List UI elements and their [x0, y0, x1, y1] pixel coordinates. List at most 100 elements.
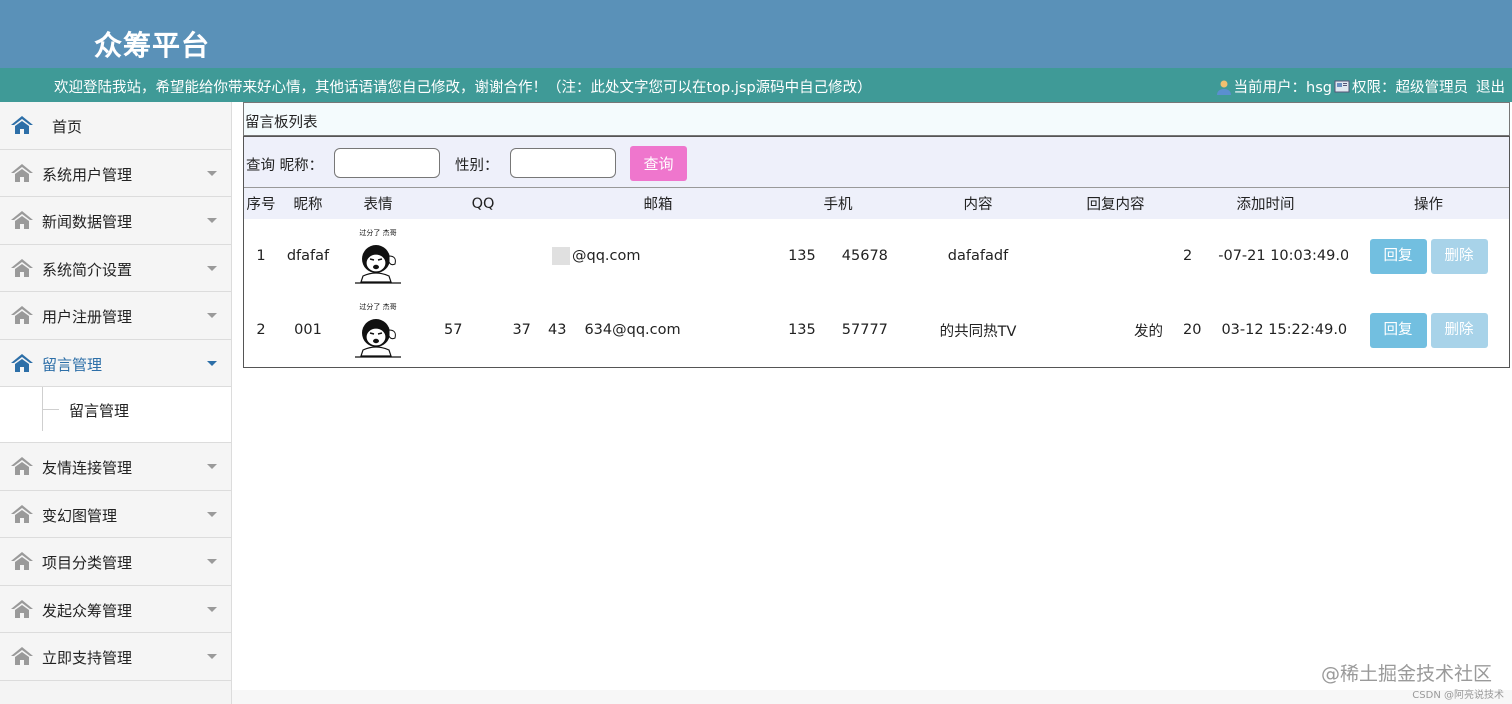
- message-table: 序号 昵称 表情 QQ 邮箱 手机 内容 回复内容 添加时间 操作 1 dfaf…: [244, 188, 1509, 367]
- sidebar-item-label: 首页: [52, 118, 83, 136]
- col-header: 昵称: [293, 197, 323, 213]
- message-panel: 查询 昵称： 性别： 查询 序号 昵称 表情 QQ 邮箱 手机 内容 回复内容 …: [243, 136, 1510, 368]
- sidebar: 首页 系统用户管理 新闻数据管理 系统简介设置 用户注册管理 留言管理 留言管理…: [0, 102, 232, 704]
- sidebar-item-label: 立即支持管理: [42, 649, 133, 667]
- chevron-down-icon: [207, 360, 217, 366]
- table-row: 1 dfafaf 过分了 杰哥 @qq.com 135 45678 dafafa…: [244, 219, 1509, 293]
- chevron-down-icon: [207, 654, 217, 659]
- sidebar-item-registration[interactable]: 用户注册管理: [0, 292, 231, 340]
- top-bar: 欢迎登陆我站，希望能给你带来好心情，其他话语请您自己修改，谢谢合作！（注：此处文…: [0, 68, 1512, 102]
- home-icon: [11, 353, 33, 372]
- delete-button[interactable]: 删除: [1430, 238, 1488, 274]
- sidebar-item-links[interactable]: 友情连接管理: [0, 443, 231, 491]
- query-button[interactable]: 查询: [630, 146, 687, 181]
- cell-no: 1: [256, 248, 266, 264]
- home-icon: [11, 163, 33, 182]
- qq-part: 43: [548, 322, 567, 338]
- reply-button[interactable]: 回复: [1369, 312, 1427, 348]
- sidebar-item-crowdfunding[interactable]: 发起众筹管理: [0, 585, 231, 633]
- permission-icon: [1334, 80, 1350, 92]
- chevron-down-icon: [207, 559, 217, 564]
- cell-actions: 回复 删除: [1348, 219, 1509, 293]
- col-header: 操作: [1414, 197, 1443, 213]
- cell-content: dafafadf: [947, 248, 1009, 264]
- home-icon: [11, 457, 33, 475]
- user-icon: [1216, 80, 1231, 95]
- col-header: 表情: [363, 197, 393, 213]
- gender-input[interactable]: [510, 148, 616, 178]
- cell-qq: [418, 219, 548, 293]
- cell-phone: 135 57777: [768, 293, 908, 367]
- col-header: QQ: [471, 195, 495, 212]
- email-text: 634@qq.com: [584, 322, 681, 338]
- home-icon: [11, 116, 33, 134]
- col-header: 添加时间: [1236, 197, 1295, 213]
- phone-prefix: 135: [788, 322, 816, 338]
- sidebar-item-home[interactable]: 首页: [0, 102, 231, 150]
- cell-emoji: 过分了 杰哥: [338, 219, 418, 293]
- chevron-down-icon: [207, 464, 217, 469]
- col-header: 邮箱: [643, 197, 673, 213]
- reply-button[interactable]: 回复: [1369, 238, 1427, 274]
- nickname-label: 查询 昵称：: [246, 158, 324, 174]
- delete-button[interactable]: 删除: [1430, 312, 1488, 348]
- cell-emoji: 过分了 杰哥: [338, 293, 418, 367]
- table-row: 2 001 过分了 杰哥 57 37 43 634@qq.com 135 577…: [244, 293, 1509, 367]
- sidebar-item-messages[interactable]: 留言管理: [0, 339, 231, 387]
- cell-no: 2: [256, 322, 266, 338]
- sidebar-item-categories[interactable]: 项目分类管理: [0, 538, 231, 586]
- chevron-down-icon: [207, 170, 217, 176]
- header: 众筹平台: [0, 0, 1512, 68]
- col-header: 内容: [963, 197, 993, 213]
- home-icon: [11, 552, 33, 570]
- sidebar-item-label: 系统简介设置: [42, 260, 133, 279]
- sidebar-item-intro[interactable]: 系统简介设置: [0, 244, 231, 292]
- logout-link[interactable]: 退出: [1476, 76, 1505, 97]
- chevron-down-icon: [207, 265, 217, 271]
- email-text: @qq.com: [572, 248, 641, 264]
- home-icon: [11, 258, 33, 277]
- cell-email: @qq.com: [548, 219, 768, 293]
- chevron-down-icon: [207, 218, 217, 223]
- sidebar-item-support[interactable]: 立即支持管理: [0, 633, 231, 681]
- sidebar-item-carousel[interactable]: 变幻图管理: [0, 490, 231, 538]
- cell-content: 的共同热TV: [939, 323, 1017, 340]
- cell-qq: 57 37: [418, 293, 548, 367]
- col-header: 序号: [246, 197, 276, 213]
- cell-time: 20 03-12 15:22:49.0: [1183, 293, 1348, 367]
- time-suffix: -07-21 10:03:49.0: [1218, 248, 1348, 264]
- cell-email: 43 634@qq.com: [548, 293, 768, 367]
- bottom-strip: [232, 690, 1512, 704]
- cell-phone: 135 45678: [768, 219, 908, 293]
- meme-emoji-icon: 过分了 杰哥: [355, 302, 401, 358]
- qq-part: 37: [512, 322, 531, 338]
- phone-suffix: 45678: [841, 248, 888, 264]
- nickname-input[interactable]: [334, 148, 440, 178]
- meme-emoji-icon: 过分了 杰哥: [355, 228, 401, 284]
- sidebar-subitem-messages[interactable]: 留言管理: [0, 387, 231, 443]
- sidebar-item-system-users[interactable]: 系统用户管理: [0, 149, 231, 197]
- col-header: 手机: [823, 197, 853, 213]
- sidebar-item-label: 新闻数据管理: [42, 213, 133, 231]
- chevron-down-icon: [207, 511, 217, 517]
- meme-caption: 过分了 杰哥: [359, 228, 396, 237]
- phone-suffix: 57777: [841, 322, 888, 338]
- chevron-down-icon: [207, 313, 217, 318]
- time-prefix: 2: [1183, 248, 1193, 264]
- sidebar-item-news[interactable]: 新闻数据管理: [0, 197, 231, 245]
- qq-part: 57: [444, 322, 463, 338]
- home-icon: [11, 306, 33, 324]
- current-user-label: 当前用户：hsg: [1233, 80, 1332, 96]
- redaction-block: [552, 247, 570, 265]
- tree-branch: [43, 409, 59, 410]
- time-suffix: 03-12 15:22:49.0: [1221, 322, 1348, 338]
- cell-nick: dfafaf: [286, 248, 330, 264]
- watermark: @稀土掘金技术社区: [1320, 663, 1492, 685]
- sidebar-item-label: 留言管理: [42, 355, 103, 374]
- sidebar-item-label: 项目分类管理: [42, 554, 133, 572]
- gender-label: 性别：: [455, 158, 499, 174]
- home-icon: [11, 599, 33, 618]
- welcome-text: 欢迎登陆我站，希望能给你带来好心情，其他话语请您自己修改，谢谢合作！（注：此处文…: [54, 80, 872, 96]
- table-header-row: 序号 昵称 表情 QQ 邮箱 手机 内容 回复内容 添加时间 操作: [244, 188, 1509, 219]
- col-header: 回复内容: [1086, 197, 1145, 213]
